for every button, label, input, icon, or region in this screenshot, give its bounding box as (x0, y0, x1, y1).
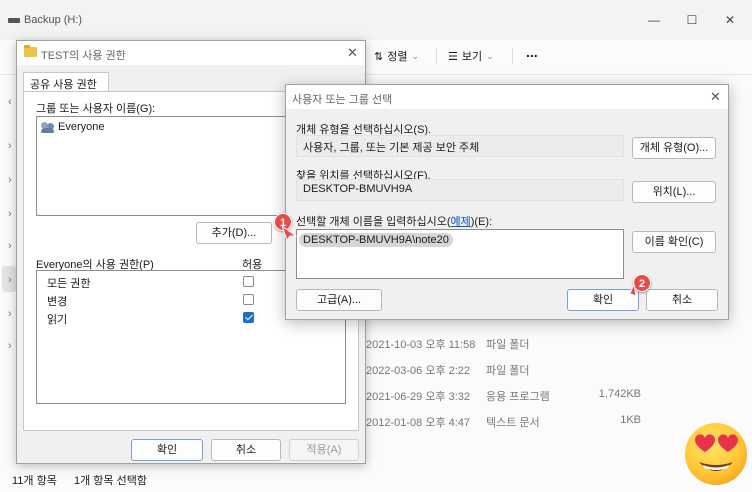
cancel-button[interactable]: 취소 (211, 439, 281, 461)
folder-icon (24, 45, 37, 57)
file-date: 2021-06-29 오후 3:32 (366, 391, 471, 403)
object-names-label: 선택할 개체 이름을 입력하십시오(예제)(E): (296, 213, 492, 229)
permission-name: 읽기 (47, 314, 68, 326)
chevron-right-icon[interactable]: › (8, 208, 12, 220)
sort-button[interactable]: ⇅ 정렬 ⌄ (374, 48, 419, 64)
file-type: 텍스트 문서 (486, 417, 540, 429)
file-row[interactable]: 2021-10-03 오후 11:58 파일 폴더 (366, 336, 666, 354)
file-date: 2021-10-03 오후 11:58 (366, 339, 476, 351)
select-dialog-titlebar: 사용자 또는 그룹 선택 ✕ (286, 85, 728, 109)
file-type: 응용 프로그램 (486, 391, 550, 403)
explorer-toolbar: ⇅ 정렬 ⌄ ☰ 보기 ⌄ ... (366, 42, 752, 70)
file-size: 1KB (620, 414, 641, 426)
check-names-button[interactable]: 이름 확인(C) (632, 231, 716, 253)
chevron-down-icon: ⌄ (486, 50, 494, 61)
toolbar-divider (436, 48, 437, 64)
names-label-suffix: )(E): (470, 216, 493, 228)
locations-button[interactable]: 위치(L)... (632, 181, 716, 203)
chevron-right-icon[interactable]: › (8, 174, 12, 186)
chevron-left-icon[interactable]: ‹ (8, 96, 12, 108)
chevron-down-icon: ⌄ (411, 50, 420, 61)
group-users-label: 그룹 또는 사용자 이름(G): (36, 103, 156, 115)
object-type-field: 사용자, 그룹, 또는 기본 제공 보안 주체 (296, 135, 624, 157)
allow-read-checkbox[interactable] (243, 312, 254, 323)
pointer-arrow-icon (280, 224, 298, 242)
pointer-arrow-icon (627, 282, 637, 299)
object-names-input[interactable]: DESKTOP-BMUVH9A\note20 (296, 229, 624, 279)
toolbar-divider (512, 48, 513, 64)
maximize-icon[interactable]: ☐ (680, 10, 704, 30)
status-item-count: 11개 항목 (12, 475, 57, 487)
users-group-icon (41, 122, 55, 133)
file-size: 1,742KB (598, 388, 641, 400)
cancel-button[interactable]: 취소 (646, 289, 718, 311)
permission-name: 모든 권한 (47, 278, 91, 290)
view-button[interactable]: ☰ 보기 ⌄ (448, 48, 494, 64)
sort-label: 정렬 (387, 51, 408, 63)
allow-change-checkbox[interactable] (243, 294, 254, 305)
file-date: 2012-01-08 오후 4:47 (366, 417, 471, 429)
close-icon[interactable]: ✕ (710, 89, 721, 105)
file-row[interactable]: 2022-03-06 오후 2:22 파일 폴더 (366, 362, 666, 380)
file-date: 2022-03-06 오후 2:22 (366, 365, 471, 377)
examples-link[interactable]: 예제 (451, 216, 471, 228)
more-options-button[interactable]: ... (526, 44, 538, 60)
ok-button[interactable]: 확인 (131, 439, 203, 461)
chevron-right-icon[interactable]: › (8, 274, 12, 286)
explorer-title: Backup (H:) (24, 14, 83, 26)
location-field: DESKTOP-BMUVH9A (296, 179, 624, 201)
minimize-icon[interactable]: — (642, 10, 666, 30)
chevron-right-icon[interactable]: › (8, 140, 12, 152)
file-type: 파일 폴더 (486, 339, 530, 351)
names-label-text: 선택할 개체 이름을 입력하십시오( (296, 216, 451, 228)
explorer-titlebar: Backup (H:) — ☐ ✕ (0, 0, 752, 40)
file-row[interactable]: 2021-06-29 오후 3:32 응용 프로그램 1,742KB (366, 388, 666, 406)
permissions-titlebar: TEST의 사용 권한 ✕ (17, 41, 365, 65)
status-selected-count: 1개 항목 선택함 (74, 475, 147, 487)
advanced-button[interactable]: 고급(A)... (296, 289, 382, 311)
chevron-right-icon[interactable]: › (8, 340, 12, 352)
allow-full-control-checkbox[interactable] (243, 276, 254, 287)
drive-icon (8, 18, 20, 23)
sort-icon: ⇅ (374, 50, 384, 63)
view-list-icon: ☰ (448, 50, 458, 63)
file-type: 파일 폴더 (486, 365, 530, 377)
more-icon: ... (526, 44, 538, 60)
permissions-title: TEST의 사용 권한 (41, 50, 126, 62)
object-types-button[interactable]: 개체 유형(O)... (632, 137, 716, 159)
select-users-dialog: 사용자 또는 그룹 선택 ✕ 개체 유형을 선택하십시오(S). 사용자, 그룹… (285, 84, 729, 320)
permission-name: 변경 (47, 296, 68, 308)
close-icon[interactable]: ✕ (347, 45, 358, 61)
tab-share-permissions[interactable]: 공유 사용 권한 (23, 72, 109, 92)
chevron-right-icon[interactable]: › (8, 240, 12, 252)
apply-button[interactable]: 적용(A) (289, 439, 359, 461)
heart-eyes-emoji-icon (685, 423, 747, 485)
file-row[interactable]: 2012-01-08 오후 4:47 텍스트 문서 1KB (366, 414, 666, 432)
add-button[interactable]: 추가(D)... (196, 222, 272, 244)
chevron-right-icon[interactable]: › (8, 308, 12, 320)
user-name: Everyone (58, 121, 105, 133)
select-dialog-title: 사용자 또는 그룹 선택 (292, 94, 393, 106)
view-label: 보기 (461, 51, 483, 63)
close-icon[interactable]: ✕ (718, 10, 742, 30)
object-names-value: DESKTOP-BMUVH9A\note20 (299, 233, 453, 247)
